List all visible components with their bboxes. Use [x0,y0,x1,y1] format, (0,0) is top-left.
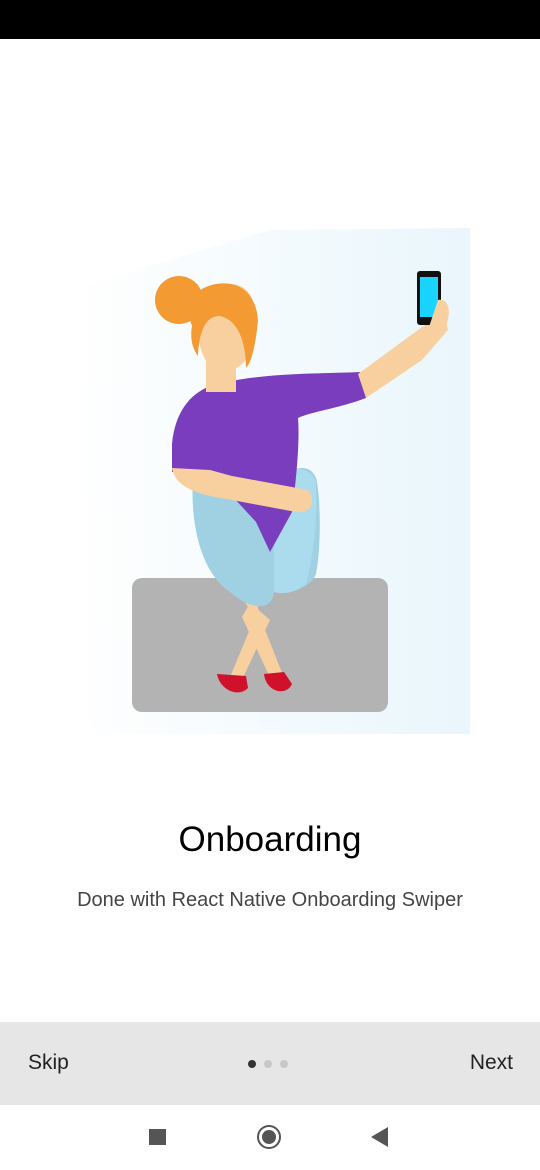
system-nav-bar [0,1105,540,1170]
page-dot [264,1060,272,1068]
status-bar [0,0,540,39]
woman-selfie-illustration [70,228,470,734]
page-subtitle: Done with React Native Onboarding Swiper [77,889,463,911]
page-indicator [248,1060,288,1068]
recents-icon[interactable] [149,1129,166,1145]
back-icon[interactable] [371,1127,388,1147]
skip-button[interactable]: Skip [28,1051,69,1075]
page-dot [280,1060,288,1068]
page-title: Onboarding [178,820,362,859]
onboarding-footer: Skip Next [0,1022,540,1105]
next-button[interactable]: Next [470,1051,513,1075]
page-dot-active [248,1060,256,1068]
home-icon[interactable] [257,1125,281,1149]
